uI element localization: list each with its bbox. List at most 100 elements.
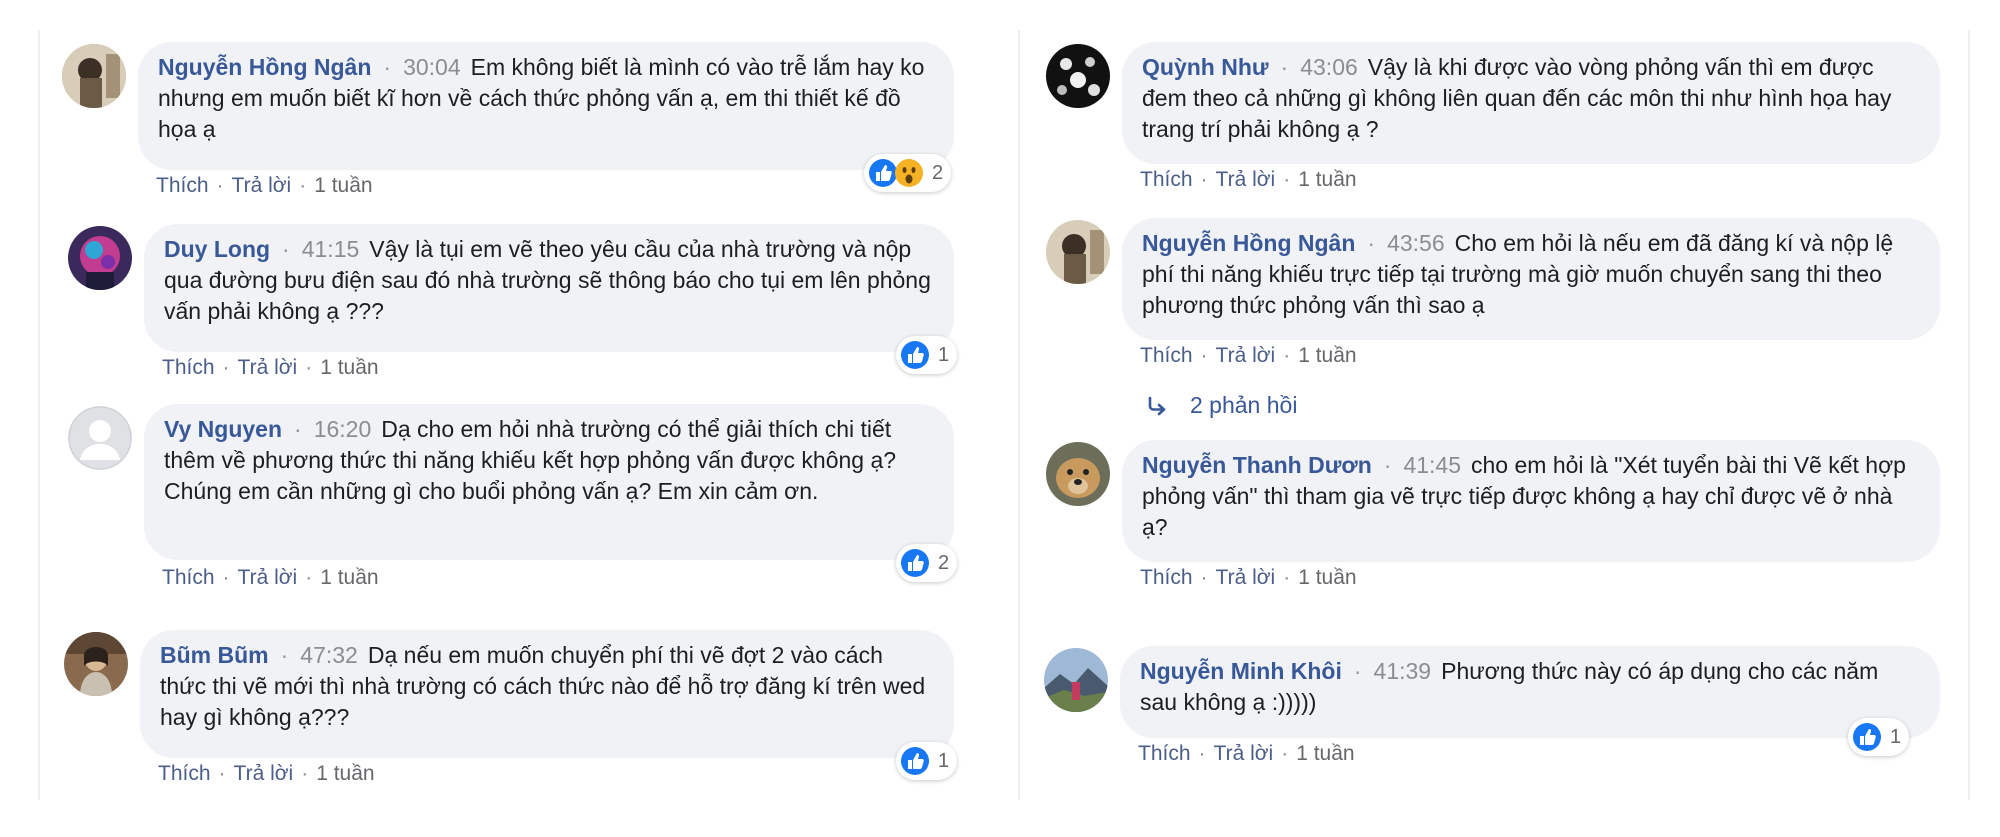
separator-dot: ·: [1367, 230, 1376, 256]
comment-timestamp[interactable]: 41:39: [1374, 658, 1432, 684]
comment-author[interactable]: Nguyễn Hồng Ngân: [1142, 230, 1355, 256]
column-divider-center: [1018, 30, 1020, 800]
avatar[interactable]: [1044, 648, 1108, 712]
avatar[interactable]: [64, 632, 128, 696]
avatar[interactable]: [1046, 44, 1110, 108]
comment-timestamp[interactable]: 16:20: [314, 416, 372, 442]
comment-author[interactable]: Vy Nguyen: [164, 416, 282, 442]
comment-timestamp[interactable]: 41:15: [302, 236, 360, 262]
reaction-count: 1: [1890, 725, 1902, 748]
comment-timestamp[interactable]: 41:45: [1403, 452, 1461, 478]
comment-actions: Thích · Trả lời · 1 tuần: [162, 356, 379, 379]
avatar[interactable]: [1046, 220, 1110, 284]
like-link[interactable]: Thích: [158, 762, 211, 785]
comment-author[interactable]: Nguyễn Hồng Ngân: [158, 54, 371, 80]
reply-link[interactable]: Trả lời: [234, 762, 294, 785]
like-icon: [900, 340, 930, 370]
reaction-summary[interactable]: 1: [1848, 718, 1910, 756]
comment: Nguyễn Hồng Ngân · 43:56 Cho em hỏi là nếu …: [1046, 218, 1946, 438]
comment-bubble: Nguyễn Hồng Ngân · 30:04 Em không biết là m…: [138, 42, 954, 170]
like-icon: [900, 746, 930, 776]
comment: Duy Long · 41:15 Vậy là tụi em vẽ theo yêu …: [60, 224, 960, 394]
avatar[interactable]: [1046, 442, 1110, 506]
reaction-count: 2: [932, 161, 944, 184]
comment-author[interactable]: Duy Long: [164, 236, 270, 262]
separator-dot: ·: [1353, 658, 1362, 684]
comment-age[interactable]: 1 tuần: [314, 174, 372, 197]
reply-link[interactable]: Trả lời: [238, 566, 298, 589]
like-link[interactable]: Thích: [1140, 344, 1193, 367]
comment-author[interactable]: Bũm Bũm: [160, 642, 269, 668]
comment-bubble: Nguyễn Thanh Dươn · 41:45 cho em hỏi là "Xé…: [1122, 440, 1940, 562]
like-link[interactable]: Thích: [1138, 742, 1191, 765]
comment-actions: Thích · Trả lời · 1 tuần: [1140, 168, 1357, 191]
like-link[interactable]: Thích: [1140, 168, 1193, 191]
comment-bubble: Quỳnh Như · 43:06 Vậy là khi được vào vòng …: [1122, 42, 1940, 164]
comment-author[interactable]: Nguyễn Minh Khôi: [1140, 658, 1342, 684]
reply-link[interactable]: Trả lời: [1214, 742, 1274, 765]
comment-bubble: Duy Long · 41:15 Vậy là tụi em vẽ theo yêu …: [144, 224, 954, 352]
reaction-summary[interactable]: 2: [864, 154, 952, 192]
separator-dot: ·: [1383, 452, 1392, 478]
reaction-count: 2: [938, 551, 950, 574]
comment: Nguyễn Thanh Dươn · 41:45 cho em hỏi là "Xé…: [1046, 440, 1946, 600]
comment: Bũm Bũm · 47:32 Dạ nếu em muốn chuyển phí t…: [60, 630, 960, 800]
avatar[interactable]: [62, 44, 126, 108]
comment-actions: Thích · Trả lời · 1 tuần: [156, 174, 373, 197]
comment: Quỳnh Như · 43:06 Vậy là khi được vào vòng …: [1046, 42, 1946, 202]
avatar[interactable]: [68, 226, 132, 290]
comment-age[interactable]: 1 tuần: [320, 566, 378, 589]
comment-bubble: Vy Nguyen · 16:20 Dạ cho em hỏi nhà trường …: [144, 404, 954, 560]
reaction-summary[interactable]: 2: [896, 544, 958, 582]
reply-link[interactable]: Trả lời: [1216, 168, 1276, 191]
wow-icon: [894, 158, 924, 188]
reply-link[interactable]: Trả lời: [1216, 566, 1276, 589]
comment-bubble: Nguyễn Hồng Ngân · 43:56 Cho em hỏi là nếu …: [1122, 218, 1940, 340]
separator-dot: ·: [294, 416, 302, 442]
comment-author[interactable]: Nguyễn Thanh Dươn: [1142, 452, 1372, 478]
comment-actions: Thích · Trả lời · 1 tuần: [162, 566, 379, 589]
comment-text: Vậy là tụi em vẽ theo yêu cầu của nhà tr…: [164, 236, 931, 324]
reaction-summary[interactable]: 1: [896, 336, 958, 374]
reaction-count: 1: [938, 749, 950, 772]
comment-actions: Thích · Trả lời · 1 tuần: [1140, 566, 1357, 589]
reply-arrow-icon: [1148, 396, 1166, 415]
reaction-count: 1: [938, 343, 950, 366]
separator-dot: ·: [383, 54, 392, 80]
like-link[interactable]: Thích: [1140, 566, 1193, 589]
separator-dot: ·: [282, 236, 290, 262]
column-divider-right: [1968, 30, 1970, 800]
reply-link[interactable]: Trả lời: [238, 356, 298, 379]
like-link[interactable]: Thích: [162, 566, 215, 589]
view-replies-button[interactable]: 2 phản hồi: [1146, 392, 1297, 419]
comment-bubble: Bũm Bũm · 47:32 Dạ nếu em muốn chuyển phí t…: [140, 630, 954, 758]
like-link[interactable]: Thích: [162, 356, 215, 379]
comment-age[interactable]: 1 tuần: [1296, 742, 1354, 765]
comment-text: Dạ nếu em muốn chuyển phí thi vẽ đợt 2 v…: [160, 642, 926, 730]
comment-timestamp[interactable]: 43:56: [1387, 230, 1445, 256]
reply-link[interactable]: Trả lời: [1216, 344, 1276, 367]
comment-age[interactable]: 1 tuần: [1298, 566, 1356, 589]
comment-age[interactable]: 1 tuần: [316, 762, 374, 785]
comment-timestamp[interactable]: 43:06: [1300, 54, 1358, 80]
like-icon: [900, 548, 930, 578]
comment-age[interactable]: 1 tuần: [1298, 344, 1356, 367]
comment-actions: Thích · Trả lời · 1 tuần: [158, 762, 375, 785]
separator-dot: ·: [1280, 54, 1289, 80]
comment-age[interactable]: 1 tuần: [1298, 168, 1356, 191]
like-link[interactable]: Thích: [156, 174, 209, 197]
comment-bubble: Nguyễn Minh Khôi · 41:39 Phương thức này có…: [1120, 646, 1940, 738]
comment-author[interactable]: Quỳnh Như: [1142, 54, 1269, 80]
comment: Vy Nguyen · 16:20 Dạ cho em hỏi nhà trường …: [60, 404, 960, 604]
column-divider-left: [38, 30, 40, 800]
comment-age[interactable]: 1 tuần: [320, 356, 378, 379]
reaction-summary[interactable]: 1: [896, 742, 958, 780]
comment-timestamp[interactable]: 30:04: [403, 54, 461, 80]
separator-dot: ·: [280, 642, 289, 668]
comment-timestamp[interactable]: 47:32: [300, 642, 358, 668]
replies-count-label[interactable]: 2 phản hồi: [1190, 392, 1297, 419]
reply-link[interactable]: Trả lời: [232, 174, 292, 197]
avatar[interactable]: [68, 406, 132, 470]
comment: Nguyễn Hồng Ngân · 30:04 Em không biết là m…: [60, 42, 960, 212]
comment-actions: Thích · Trả lời · 1 tuần: [1140, 344, 1357, 367]
